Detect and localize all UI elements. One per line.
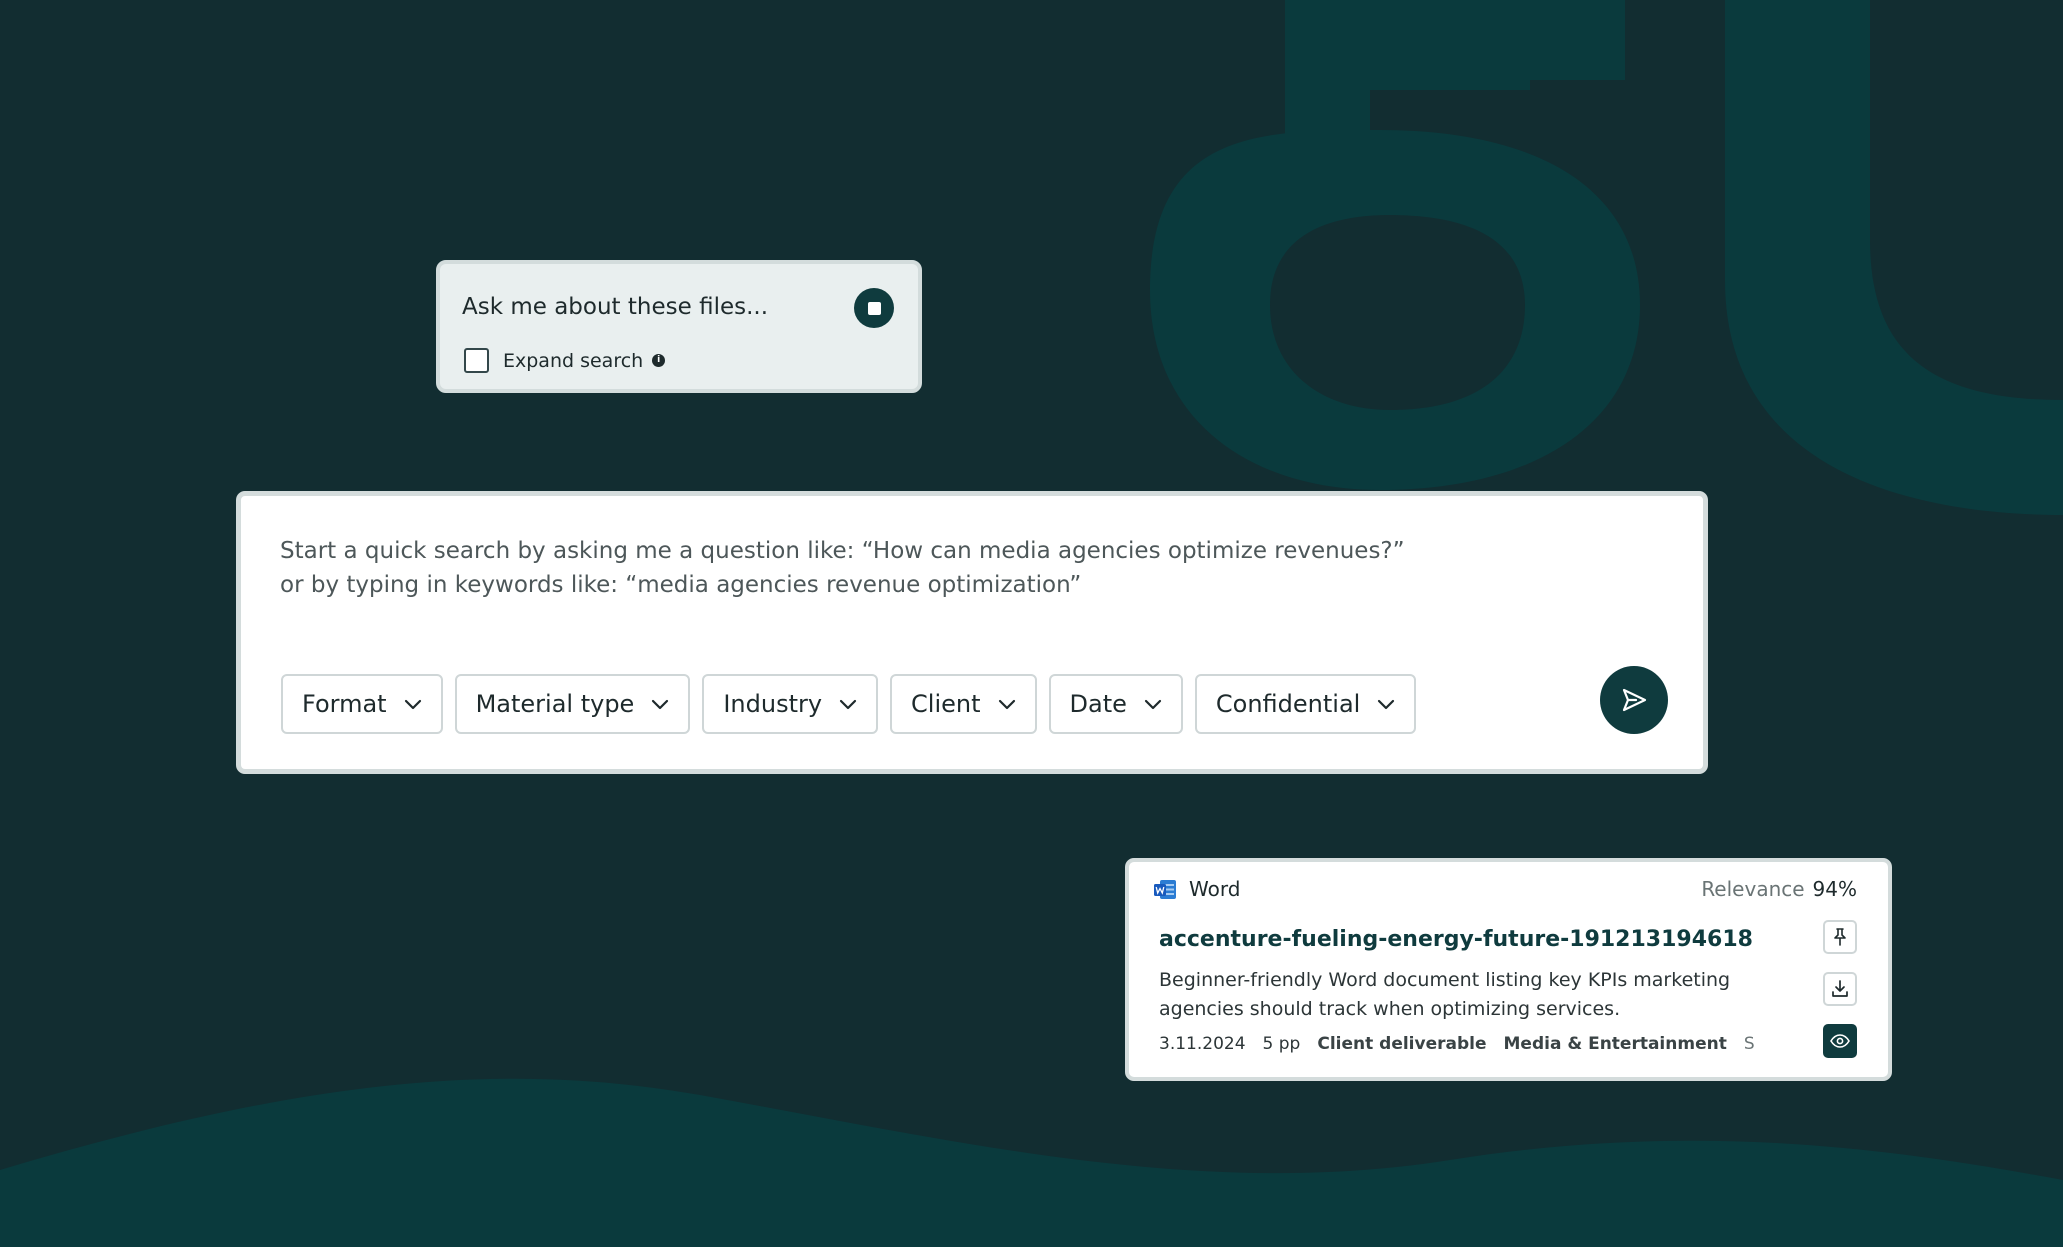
expand-search-row: Expand search i <box>464 348 666 373</box>
chevron-down-icon <box>652 699 669 710</box>
send-icon <box>1622 688 1647 712</box>
chevron-down-icon <box>1378 699 1395 710</box>
preview-button[interactable] <box>1823 1024 1857 1058</box>
relevance-value: 94% <box>1812 877 1857 901</box>
filter-label: Material type <box>475 690 635 718</box>
filter-label: Confidential <box>1215 690 1361 718</box>
expand-search-checkbox[interactable] <box>464 348 489 373</box>
filter-label: Format <box>302 690 387 718</box>
result-industry: Media & Entertainment <box>1503 1034 1727 1054</box>
search-prompt-line-2: or by typing in keywords like: “media ag… <box>280 572 1082 598</box>
result-date: 3.11.2024 <box>1159 1034 1246 1054</box>
info-icon[interactable]: i <box>652 354 666 367</box>
filter-bar: Format Material type Industry Client Dat… <box>281 674 1428 734</box>
filter-confidential-dropdown[interactable]: Confidential <box>1194 674 1417 734</box>
ask-input[interactable]: Ask me about these files... <box>462 294 768 320</box>
relevance-score: Relevance 94% <box>1701 877 1857 901</box>
chevron-down-icon <box>839 699 857 710</box>
filter-label: Date <box>1069 690 1127 718</box>
stop-icon <box>867 301 881 315</box>
chevron-down-icon <box>1144 699 1162 710</box>
word-icon <box>1154 879 1176 899</box>
filter-material-type-dropdown[interactable]: Material type <box>454 674 691 734</box>
filter-client-dropdown[interactable]: Client <box>890 674 1037 734</box>
chevron-down-icon <box>404 699 421 710</box>
search-prompt-line-1: Start a quick search by asking me a ques… <box>280 538 1405 564</box>
result-source: Word <box>1154 877 1240 901</box>
send-button[interactable] <box>1600 666 1668 734</box>
pin-button[interactable] <box>1823 920 1857 954</box>
filter-industry-dropdown[interactable]: Industry <box>702 674 879 734</box>
result-description: Beginner-friendly Word document listing … <box>1159 969 1731 1020</box>
filter-date-dropdown[interactable]: Date <box>1048 674 1183 734</box>
stop-button[interactable] <box>854 288 894 328</box>
result-source-label: Word <box>1189 877 1241 901</box>
filter-label: Industry <box>723 690 823 718</box>
chevron-down-icon <box>998 699 1015 710</box>
search-card: Start a quick search by asking me a ques… <box>236 491 1708 774</box>
download-button[interactable] <box>1823 972 1857 1006</box>
expand-search-label: Expand search <box>503 349 644 372</box>
result-metadata: 3.11.2024 5 pp Client deliverable Media … <box>1159 1034 1772 1054</box>
relevance-label: Relevance <box>1701 877 1805 901</box>
search-input[interactable]: Start a quick search by asking me a ques… <box>280 534 1405 602</box>
search-result-card[interactable]: Word Relevance 94% accenture-fueling-ener… <box>1125 858 1892 1081</box>
result-material-type: Client deliverable <box>1317 1034 1487 1054</box>
pin-icon <box>1834 928 1846 946</box>
preview-icon <box>1830 1034 1850 1048</box>
filter-label: Client <box>911 690 981 718</box>
download-icon <box>1832 980 1848 997</box>
result-extra-tag: S <box>1743 1034 1755 1054</box>
ask-files-card: Ask me about these files... Expand searc… <box>436 260 922 393</box>
result-title-link[interactable]: accenture-fueling-energy-future-19121319… <box>1159 927 1753 952</box>
result-pages: 5 pp <box>1262 1034 1301 1054</box>
filter-format-dropdown[interactable]: Format <box>281 674 443 734</box>
